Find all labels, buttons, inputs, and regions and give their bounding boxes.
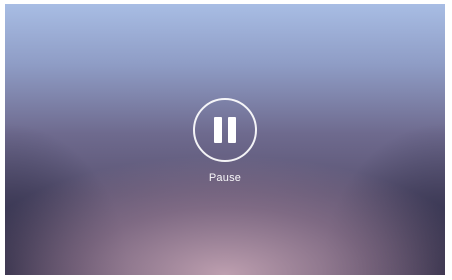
video-frame[interactable]: Pause [5, 4, 445, 275]
pause-bar-right [228, 117, 236, 143]
pause-button[interactable]: Pause [193, 98, 257, 184]
pause-label: Pause [208, 172, 242, 184]
pause-bar-left [214, 117, 222, 143]
pause-bars [214, 117, 236, 143]
pause-icon[interactable] [193, 98, 257, 162]
